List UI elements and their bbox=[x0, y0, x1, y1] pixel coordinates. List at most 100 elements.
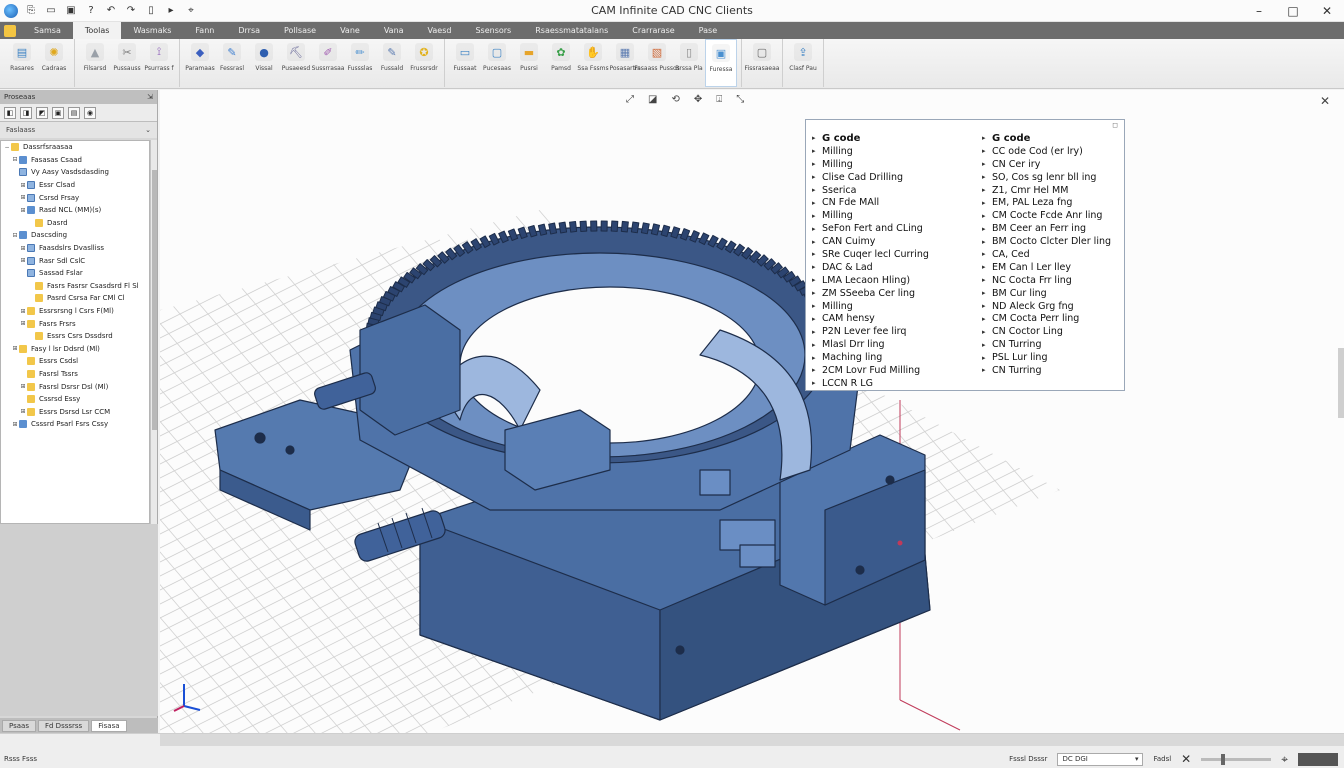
operation-list-item[interactable]: ▸ G code bbox=[812, 132, 972, 145]
tree-item[interactable]: Sassad Fslar bbox=[1, 267, 149, 280]
close-window-button[interactable]: ✕ bbox=[1310, 0, 1344, 22]
panel-tool-icon[interactable]: ◉ bbox=[84, 106, 96, 119]
ribbon-button[interactable]: ▣ Furessa bbox=[705, 39, 737, 87]
tab-3[interactable]: Fann bbox=[183, 22, 226, 39]
ribbon-button[interactable]: ▬ Pusrsi bbox=[513, 39, 545, 87]
minimize-button[interactable]: – bbox=[1242, 0, 1276, 22]
ribbon-button[interactable]: ✺ Cadraas bbox=[38, 39, 70, 87]
tree-scrollbar[interactable] bbox=[150, 140, 157, 524]
close-view-icon[interactable]: ✕ bbox=[1320, 94, 1330, 108]
tab-10[interactable]: Rsaessmatatalans bbox=[523, 22, 620, 39]
tree-item[interactable]: ⊞ Csssrd Psarl Fsrs Cssy bbox=[1, 418, 149, 431]
tree-expand-icon[interactable]: ⊞ bbox=[19, 320, 27, 327]
tree-expand-icon[interactable]: − bbox=[3, 144, 11, 151]
tab-11[interactable]: Crarrarase bbox=[620, 22, 686, 39]
operation-list-item[interactable]: ▸ CN Fde MAll bbox=[812, 196, 972, 209]
ribbon-button[interactable]: ▢ Pucesaas bbox=[481, 39, 513, 87]
panel-pin-icon[interactable]: ⇲ bbox=[147, 93, 153, 101]
panel-tool-icon[interactable]: ▣ bbox=[52, 106, 64, 119]
tree-item[interactable]: − Dassrfsraasaa bbox=[1, 141, 149, 154]
ribbon-button[interactable]: ▤ Rasares bbox=[6, 39, 38, 87]
ribbon-button[interactable]: ⛏ Pusaeesd bbox=[280, 39, 312, 87]
operation-list-item[interactable]: ▸ Mlasl Drr ling bbox=[812, 338, 972, 351]
ribbon-button[interactable]: ✐ Sussrrasaa bbox=[312, 39, 344, 87]
panel-tool-icon[interactable]: ◩ bbox=[36, 106, 48, 119]
ribbon-button[interactable]: ● Vissal bbox=[248, 39, 280, 87]
tab-6[interactable]: Vane bbox=[328, 22, 372, 39]
tree-item[interactable]: Cssrsd Essy bbox=[1, 393, 149, 406]
ribbon-button[interactable]: ◆ Paramaas bbox=[184, 39, 216, 87]
app-logo-icon[interactable] bbox=[4, 3, 18, 18]
ribbon-button[interactable]: ✋ Ssa Fssms bbox=[577, 39, 609, 87]
operation-list-item[interactable]: ▸ LMA Lecaon Hling) bbox=[812, 274, 972, 287]
tree-expand-icon[interactable]: ⊟ bbox=[11, 156, 19, 163]
operation-list-item[interactable]: ▸ Z1, Cmr Hel MM bbox=[982, 184, 1122, 197]
view-tool-icon[interactable]: ✥ bbox=[694, 94, 702, 105]
operation-list-item[interactable]: ▸ Milling bbox=[812, 145, 972, 158]
tree-item[interactable]: ⊞ Fasrs Frsrs bbox=[1, 317, 149, 330]
operation-list-item[interactable]: ▸ DAC & Lad bbox=[812, 261, 972, 274]
ribbon-button[interactable]: ▢ Fissrasaeaa bbox=[745, 39, 779, 87]
panel-bottom-tab[interactable]: Fd Dsssrss bbox=[37, 719, 90, 732]
viewport-scrollbar[interactable] bbox=[1338, 348, 1344, 418]
operation-list-item[interactable]: ▸ SRe Cuqer lecl Curring bbox=[812, 248, 972, 261]
ribbon-button[interactable]: ▲ Filsarsd bbox=[79, 39, 111, 87]
view-tool-icon[interactable]: ⟲ bbox=[671, 94, 679, 105]
ribbon-button[interactable]: ✿ Pamsd bbox=[545, 39, 577, 87]
operation-list-item[interactable]: ▸ Milling bbox=[812, 158, 972, 171]
tree-item[interactable]: ⊞ Csrsd Frsay bbox=[1, 191, 149, 204]
operation-list-item[interactable]: ▸ EM, PAL Leza fng bbox=[982, 196, 1122, 209]
tree-item[interactable]: Essrs Csdsl bbox=[1, 355, 149, 368]
ribbon-button[interactable]: ✪ Frussrsdr bbox=[408, 39, 440, 87]
ribbon-button[interactable]: ⟟ Psurrass f bbox=[143, 39, 175, 87]
tree-item[interactable]: ⊞ Faasdslrs Dvaslliss bbox=[1, 242, 149, 255]
panel-menu-icon[interactable]: ⌄ bbox=[145, 126, 151, 134]
tree-item[interactable]: ⊟ Dascsding bbox=[1, 229, 149, 242]
zoom-slider[interactable] bbox=[1201, 753, 1272, 765]
tab-8[interactable]: Vaesd bbox=[416, 22, 464, 39]
tree-expand-icon[interactable]: ⊞ bbox=[19, 207, 27, 214]
tree-item[interactable]: Vy Aasy Vasdsdasding bbox=[1, 166, 149, 179]
target-icon[interactable]: ⌖ bbox=[1281, 752, 1288, 767]
operation-list-item[interactable]: ▸ CM Cocta Perr ling bbox=[982, 312, 1122, 325]
view-tool-icon[interactable]: ⍗ bbox=[716, 94, 722, 105]
tree-item[interactable]: ⊞ Fasy l lsr Ddsrd (Ml) bbox=[1, 343, 149, 356]
operation-list-item[interactable]: ▸ CN Turring bbox=[982, 338, 1122, 351]
tree-item[interactable]: ⊞ Essrsrsng l Csrs F(Ml) bbox=[1, 305, 149, 318]
maximize-button[interactable]: □ bbox=[1276, 0, 1310, 22]
operation-list-item[interactable]: ▸ SeFon Fert and CLing bbox=[812, 222, 972, 235]
tab-5[interactable]: Pollsase bbox=[272, 22, 328, 39]
tab-0[interactable]: Samsa bbox=[22, 22, 73, 39]
operation-list-item[interactable]: ▸ NC Cocta Frr ling bbox=[982, 274, 1122, 287]
operation-list-item[interactable]: ▸ CAM hensy bbox=[812, 312, 972, 325]
operation-list-item[interactable]: ▸ CN Coctor Ling bbox=[982, 325, 1122, 338]
tree-expand-icon[interactable]: ⊞ bbox=[11, 345, 19, 352]
redo-icon[interactable]: ↷ bbox=[124, 4, 138, 18]
tree-expand-icon[interactable]: ⊞ bbox=[19, 308, 27, 315]
ribbon-button[interactable]: ▯ Brssa Pla bbox=[673, 39, 705, 87]
operation-list-item[interactable]: ▸ CA, Ced bbox=[982, 248, 1122, 261]
operation-list-item[interactable]: ▸ LCCN R LG bbox=[812, 377, 972, 390]
tab-4[interactable]: Drrsa bbox=[226, 22, 272, 39]
tab-12[interactable]: Pase bbox=[687, 22, 729, 39]
tree-item[interactable]: Fasrsl Tssrs bbox=[1, 368, 149, 381]
pin-icon[interactable]: ⌖ bbox=[184, 4, 198, 18]
ribbon-button[interactable]: ✎ Fussald bbox=[376, 39, 408, 87]
view-tool-icon[interactable]: ◪ bbox=[648, 94, 657, 105]
operation-list-item[interactable]: ▸ Sserica bbox=[812, 184, 972, 197]
scrollbar-thumb[interactable] bbox=[152, 170, 157, 430]
operation-list-item[interactable]: ▸ Milling bbox=[812, 300, 972, 313]
ribbon-button[interactable]: ✎ Fessrasl bbox=[216, 39, 248, 87]
tree-expand-icon[interactable]: ⊞ bbox=[19, 245, 27, 252]
tree-item[interactable]: ⊞ Essrs Dsrsd Lsr CCM bbox=[1, 405, 149, 418]
unit-select[interactable]: DC DGI ▾ bbox=[1057, 752, 1144, 766]
tab-2[interactable]: Wasmaks bbox=[121, 22, 183, 39]
operation-list-item[interactable]: ▸ Clise Cad Drilling bbox=[812, 171, 972, 184]
panel-tool-icon[interactable]: ◧ bbox=[4, 106, 16, 119]
ribbon-button[interactable]: ▦ Posasartrs bbox=[609, 39, 641, 87]
operation-list-item[interactable]: ▸ SO, Cos sg lenr bll ing bbox=[982, 171, 1122, 184]
tree-item[interactable]: ⊟ Fasasas Csaad bbox=[1, 154, 149, 167]
tree-item[interactable]: Essrs Csrs Dssdsrd bbox=[1, 330, 149, 343]
operation-list-item[interactable]: ▸ BM Cur ling bbox=[982, 287, 1122, 300]
tab-7[interactable]: Vana bbox=[372, 22, 416, 39]
